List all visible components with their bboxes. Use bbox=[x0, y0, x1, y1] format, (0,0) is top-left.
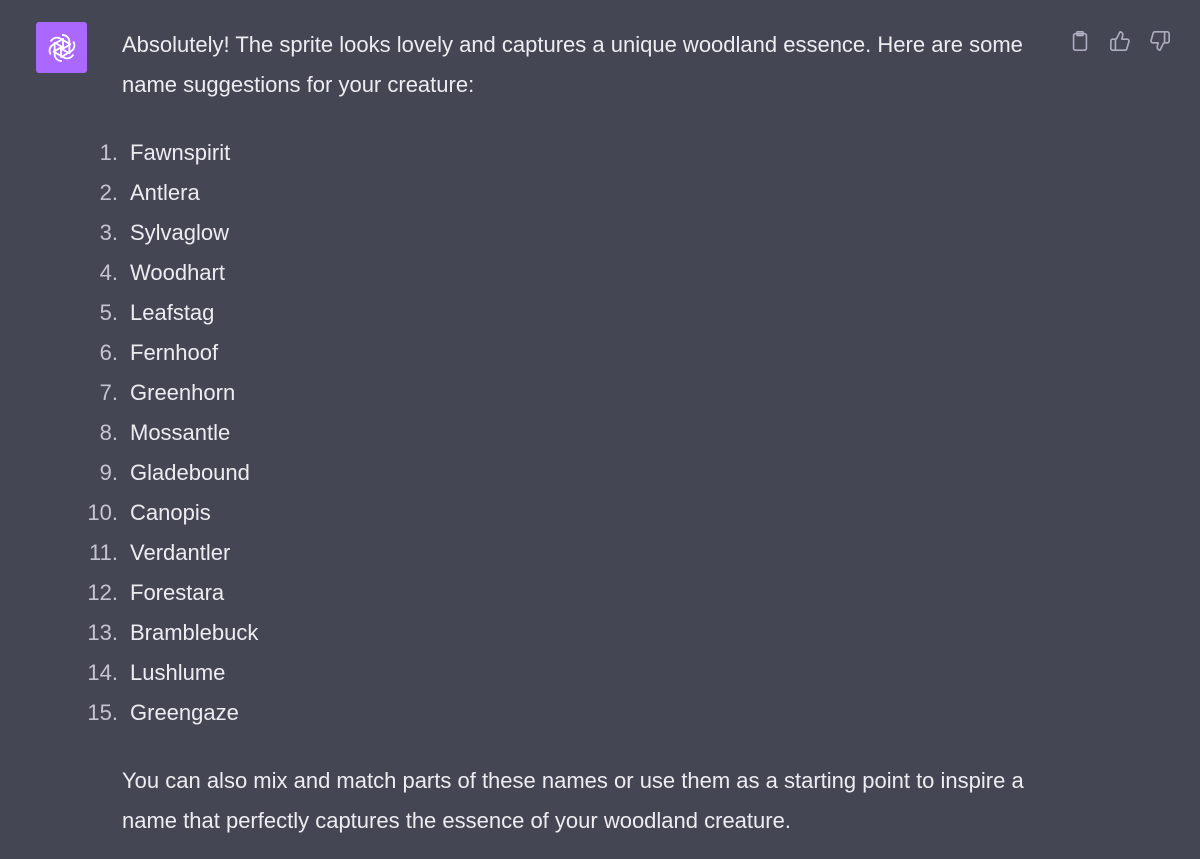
list-item-name: Greenhorn bbox=[130, 380, 236, 405]
list-item-name: Sylvaglow bbox=[130, 220, 230, 245]
list-item-number: 1. bbox=[99, 140, 118, 165]
list-item-number: 2. bbox=[99, 180, 118, 205]
list-item-number: 13. bbox=[87, 620, 118, 645]
name-suggestion-list: 1. Fawnspirit 2. Antlera 3. Sylvaglow 4. Woo… bbox=[87, 133, 1057, 733]
list-item: 4. Woodhart bbox=[100, 253, 1057, 293]
message-intro: Absolutely! The sprite looks lovely and … bbox=[122, 32, 1023, 97]
list-item-name: Fernhoof bbox=[130, 340, 219, 365]
list-item: 3. Sylvaglow bbox=[100, 213, 1057, 253]
list-item-name: Verdantler bbox=[130, 540, 231, 565]
thumbs-up-icon bbox=[1110, 31, 1130, 51]
list-item-name: Forestara bbox=[130, 580, 225, 605]
list-item-name: Antlera bbox=[130, 180, 200, 205]
list-item-name: Leafstag bbox=[130, 300, 215, 325]
list-item: 1. Fawnspirit bbox=[100, 133, 1057, 173]
list-item: 2. Antlera bbox=[100, 173, 1057, 213]
list-item-number: 7. bbox=[99, 380, 118, 405]
list-item-number: 9. bbox=[99, 460, 118, 485]
list-item: 8. Mossantle bbox=[100, 413, 1057, 453]
list-item-name: Canopis bbox=[130, 500, 211, 525]
list-item: 7. Greenhorn bbox=[100, 373, 1057, 413]
list-item: 13. Bramblebuck bbox=[87, 613, 1057, 653]
list-item-name: Woodhart bbox=[130, 260, 225, 285]
list-item-number: 14. bbox=[87, 660, 118, 685]
assistant-message: Absolutely! The sprite looks lovely and … bbox=[0, 0, 1200, 859]
list-item: 12. Forestara bbox=[87, 573, 1057, 613]
list-item: 14. Lushlume bbox=[87, 653, 1057, 693]
list-item-name: Greengaze bbox=[130, 700, 239, 725]
list-item-number: 4. bbox=[99, 260, 118, 285]
copy-button[interactable] bbox=[1069, 29, 1091, 53]
list-item-name: Bramblebuck bbox=[130, 620, 259, 645]
list-item-number: 3. bbox=[99, 220, 118, 245]
list-item-name: Gladebound bbox=[130, 460, 250, 485]
list-item-number: 8. bbox=[99, 420, 118, 445]
list-item: 10. Canopis bbox=[87, 493, 1057, 533]
list-item: 5. Leafstag bbox=[100, 293, 1057, 333]
list-item-number: 6. bbox=[99, 340, 118, 365]
message-actions bbox=[1069, 29, 1171, 53]
list-item-number: 10. bbox=[87, 500, 118, 525]
list-item-number: 12. bbox=[87, 580, 118, 605]
thumbs-up-button[interactable] bbox=[1109, 29, 1131, 53]
list-item-name: Fawnspirit bbox=[130, 140, 231, 165]
list-item-number: 11. bbox=[89, 540, 118, 565]
clipboard-icon bbox=[1072, 31, 1088, 51]
message-outro: You can also mix and match parts of thes… bbox=[122, 768, 1024, 833]
list-item-number: 5. bbox=[99, 300, 118, 325]
message-content: Absolutely! The sprite looks lovely and … bbox=[87, 25, 1057, 841]
list-item-number: 15. bbox=[87, 700, 118, 725]
list-item: 6. Fernhoof bbox=[100, 333, 1057, 373]
list-item: 9. Gladebound bbox=[100, 453, 1057, 493]
list-item: 11. Verdantler bbox=[89, 533, 1057, 573]
list-item-name: Lushlume bbox=[130, 660, 226, 685]
assistant-avatar bbox=[36, 22, 87, 73]
thumbs-down-button[interactable] bbox=[1149, 29, 1171, 53]
thumbs-down-icon bbox=[1150, 31, 1170, 51]
openai-logo-icon bbox=[48, 33, 75, 62]
list-item-name: Mossantle bbox=[130, 420, 231, 445]
list-item: 15. Greengaze bbox=[87, 693, 1057, 733]
